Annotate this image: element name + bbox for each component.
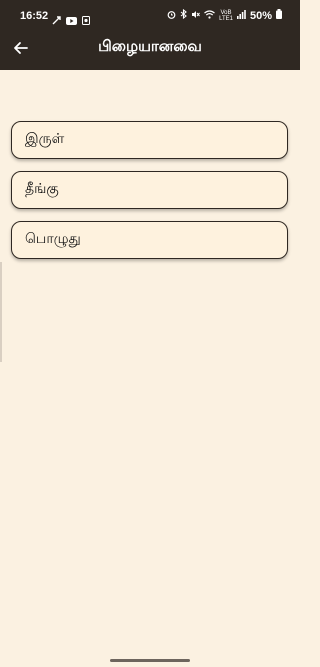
option-label: இருள் bbox=[25, 131, 65, 147]
back-button[interactable] bbox=[10, 37, 32, 59]
network-type-label: VoB LTE1 bbox=[219, 10, 233, 22]
battery-percent: 50% bbox=[249, 9, 272, 22]
top-bar: 16:52 VoB LTE1 50% பிழையானவை bbox=[0, 0, 300, 70]
status-bar: 16:52 VoB LTE1 50% bbox=[0, 0, 300, 34]
wifi-icon bbox=[204, 9, 215, 22]
option-item-2[interactable]: தீங்கு bbox=[11, 171, 288, 209]
status-time: 16:52 bbox=[20, 10, 49, 22]
signal-icon bbox=[236, 9, 246, 22]
network-bottom-label: LTE1 bbox=[219, 15, 233, 22]
option-item-1[interactable]: இருள் bbox=[11, 121, 288, 159]
mute-icon bbox=[191, 10, 200, 22]
option-label: தீங்கு bbox=[25, 181, 59, 197]
page-title: பிழையானவை bbox=[98, 37, 202, 55]
app-bar: பிழையானவை bbox=[0, 34, 300, 64]
alarm-icon bbox=[167, 10, 176, 22]
link-icon bbox=[52, 10, 61, 29]
youtube-icon bbox=[66, 10, 77, 29]
gesture-navigation-bar[interactable] bbox=[110, 659, 190, 662]
status-system-icons: VoB LTE1 50% bbox=[167, 8, 282, 22]
arrow-left-icon bbox=[14, 42, 28, 54]
bluetooth-icon bbox=[180, 8, 187, 22]
edge-panel-handle[interactable] bbox=[0, 262, 2, 362]
battery-icon bbox=[276, 9, 282, 22]
option-label: பொழுது bbox=[25, 231, 81, 247]
option-item-3[interactable]: பொழுது bbox=[11, 221, 288, 259]
status-notification-icons bbox=[52, 10, 90, 29]
app-notification-icon bbox=[82, 10, 90, 29]
option-list: இருள் தீங்கு பொழுது bbox=[11, 121, 288, 271]
